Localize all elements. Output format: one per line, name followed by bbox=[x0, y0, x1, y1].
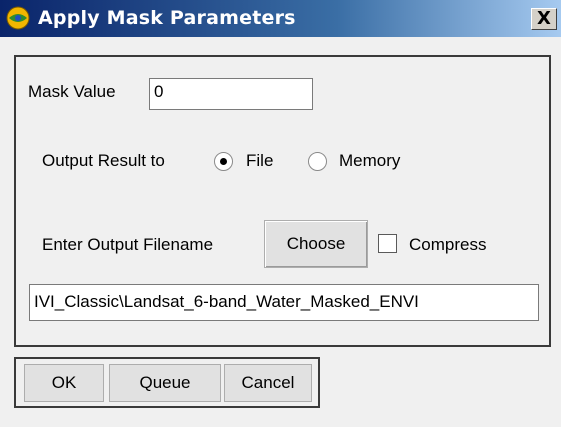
output-memory-label[interactable]: Memory bbox=[339, 151, 400, 171]
mask-value-label: Mask Value bbox=[28, 82, 116, 101]
close-button[interactable]: X bbox=[531, 8, 557, 30]
compress-label[interactable]: Compress bbox=[409, 235, 486, 255]
action-button-group: OK Queue Cancel bbox=[14, 357, 320, 408]
output-filename-label: Enter Output Filename bbox=[42, 235, 214, 254]
mask-value-input[interactable]: 0 bbox=[149, 78, 313, 110]
output-file-label[interactable]: File bbox=[246, 151, 273, 171]
radio-selected-dot bbox=[220, 158, 227, 165]
choose-button[interactable]: Choose bbox=[264, 220, 368, 268]
envi-globe-icon bbox=[6, 6, 30, 30]
output-file-radio[interactable] bbox=[214, 152, 233, 171]
output-result-label: Output Result to bbox=[42, 151, 165, 170]
queue-button[interactable]: Queue bbox=[109, 364, 221, 402]
title-bar: Apply Mask Parameters X bbox=[0, 0, 561, 37]
parameters-panel: Mask Value 0 Output Result to File Memor… bbox=[14, 55, 551, 347]
output-memory-radio[interactable] bbox=[308, 152, 327, 171]
cancel-button[interactable]: Cancel bbox=[224, 364, 312, 402]
ok-button[interactable]: OK bbox=[24, 364, 104, 402]
output-filename-input[interactable]: IVI_Classic\Landsat_6-band_Water_Masked_… bbox=[29, 284, 539, 321]
compress-checkbox[interactable] bbox=[378, 234, 397, 253]
window-title: Apply Mask Parameters bbox=[38, 7, 296, 29]
